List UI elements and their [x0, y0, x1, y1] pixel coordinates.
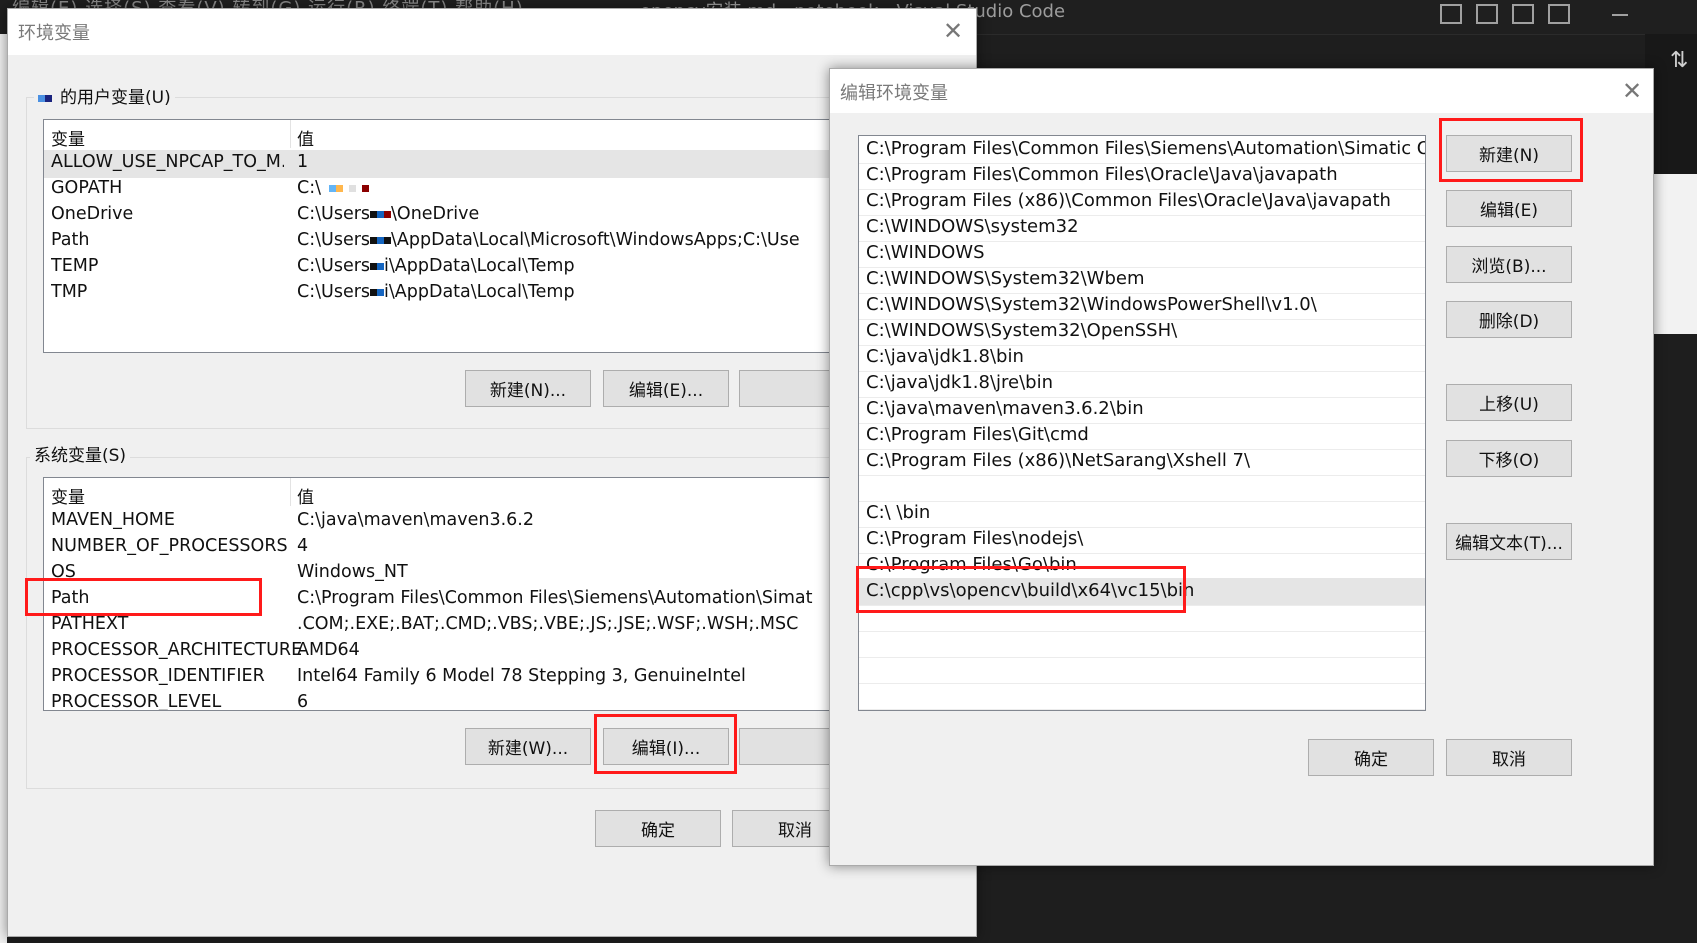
column-header-variable[interactable]: 变量: [51, 483, 85, 508]
ok-button[interactable]: 确定: [1308, 739, 1434, 776]
path-entry-text: C:\WINDOWS\System32\Wbem: [866, 268, 1145, 289]
path-entry[interactable]: C:\java\jdk1.8\bin: [859, 344, 1425, 372]
variable-value: Windows_NT: [297, 562, 408, 582]
dialog-title: 环境变量: [18, 23, 90, 44]
path-entry[interactable]: [859, 630, 1425, 658]
dialog-titlebar: 编辑环境变量 ✕: [830, 69, 1653, 113]
customize-layout-icon[interactable]: [1548, 4, 1570, 24]
dialog-titlebar: 环境变量 ✕: [8, 9, 976, 55]
edit-text-button[interactable]: 编辑文本(T)...: [1446, 523, 1572, 560]
variable-value: C:\java\maven\maven3.6.2: [297, 510, 534, 530]
path-entry[interactable]: C:\ \bin: [859, 500, 1425, 528]
user-variables-label: 的用户变量(U): [34, 83, 175, 108]
column-header-value[interactable]: 值: [297, 483, 314, 508]
path-entry-text: C:\WINDOWS\system32: [866, 216, 1079, 237]
path-entry-text: C:\Program Files\nodejs\: [866, 528, 1084, 549]
browse-button[interactable]: 浏览(B)...: [1446, 246, 1572, 283]
path-entry[interactable]: [859, 604, 1425, 632]
move-up-button[interactable]: 上移(U): [1446, 384, 1572, 421]
variable-name: PATHEXT: [51, 614, 129, 634]
toggle-panel-icon[interactable]: [1476, 4, 1498, 24]
vscode-left-strip: [0, 34, 7, 943]
path-entry-text: C:\Program Files\Git\cmd: [866, 424, 1089, 445]
user-new-button[interactable]: 新建(N)...: [465, 370, 591, 407]
toggle-secondary-sidebar-icon[interactable]: [1512, 4, 1534, 24]
source-control-icon[interactable]: ⇅: [1670, 48, 1688, 73]
path-entry[interactable]: C:\Program Files (x86)\Common Files\Orac…: [859, 188, 1425, 216]
variable-value: .COM;.EXE;.BAT;.CMD;.VBS;.VBE;.JS;.JSE;.…: [297, 614, 799, 634]
path-entry[interactable]: C:\Program Files\Common Files\Siemens\Au…: [859, 136, 1425, 164]
cancel-button[interactable]: 取消: [1446, 739, 1572, 776]
system-edit-button[interactable]: 编辑(I)...: [603, 728, 729, 765]
path-entry-text: C:\WINDOWS\System32\OpenSSH\: [866, 320, 1178, 341]
path-entry-text: C:\Program Files\Go\bin: [866, 554, 1077, 575]
path-entry-text: C:\cpp\vs\opencv\build\x64\vc15\bin: [866, 580, 1195, 601]
path-entry-text: C:\java\maven\maven3.6.2\bin: [866, 398, 1144, 419]
variable-value: 6: [297, 692, 309, 711]
layout-controls: [1440, 4, 1570, 24]
ok-button[interactable]: 确定: [595, 810, 721, 847]
user-avatar-icon: [38, 94, 45, 102]
minimize-icon[interactable]: [1612, 14, 1628, 16]
variable-value: Intel64 Family 6 Model 78 Stepping 3, Ge…: [297, 666, 746, 686]
path-entry[interactable]: C:\Program Files (x86)\NetSarang\Xshell …: [859, 448, 1425, 476]
variable-value: AMD64: [297, 640, 360, 660]
variable-name: MAVEN_HOME: [51, 510, 175, 530]
toggle-primary-sidebar-icon[interactable]: [1440, 4, 1462, 24]
new-path-button[interactable]: 新建(N): [1446, 135, 1572, 172]
path-entry[interactable]: C:\java\maven\maven3.6.2\bin: [859, 396, 1425, 424]
path-entry[interactable]: [859, 682, 1425, 710]
variable-value: C:\Program Files\Common Files\Siemens\Au…: [297, 588, 813, 608]
variable-name: NUMBER_OF_PROCESSORS: [51, 536, 288, 556]
dialog-title: 编辑环境变量: [840, 83, 948, 104]
variable-name: Path: [51, 588, 90, 608]
path-entry-text: C:\WINDOWS: [866, 242, 985, 263]
path-entry[interactable]: C:\WINDOWS: [859, 240, 1425, 268]
path-entry-text: C:\java\jdk1.8\bin: [866, 346, 1024, 367]
path-entry[interactable]: C:\Program Files\Common Files\Oracle\Jav…: [859, 162, 1425, 190]
system-variables-label: 系统变量(S): [30, 441, 131, 466]
path-entry-text: C:\Program Files (x86)\Common Files\Orac…: [866, 190, 1391, 211]
variable-name: PROCESSOR_LEVEL: [51, 692, 222, 711]
path-entry[interactable]: C:\Program Files\Go\bin: [859, 552, 1425, 580]
path-entry[interactable]: C:\WINDOWS\System32\WindowsPowerShell\v1…: [859, 292, 1425, 320]
path-entry-text: C:\Program Files\Common Files\Oracle\Jav…: [866, 164, 1338, 185]
path-entry[interactable]: C:\Program Files\Git\cmd: [859, 422, 1425, 450]
path-entry-text: C:\WINDOWS\System32\WindowsPowerShell\v1…: [866, 294, 1317, 315]
path-entry-text: C:\Program Files\Common Files\Siemens\Au…: [866, 138, 1426, 159]
variable-name: PROCESSOR_IDENTIFIER: [51, 666, 265, 686]
move-down-button[interactable]: 下移(O): [1446, 440, 1572, 477]
path-entry[interactable]: [859, 656, 1425, 684]
path-entry[interactable]: C:\WINDOWS\System32\OpenSSH\: [859, 318, 1425, 346]
close-icon[interactable]: ✕: [943, 19, 963, 43]
path-entry-text: C:\Program Files (x86)\NetSarang\Xshell …: [866, 450, 1251, 471]
path-entry[interactable]: [859, 474, 1425, 502]
edit-environment-variable-dialog: 编辑环境变量 ✕ C:\Program Files\Common Files\S…: [829, 68, 1654, 866]
path-entry-text: C:\java\jdk1.8\jre\bin: [866, 372, 1053, 393]
path-entry[interactable]: C:\java\jdk1.8\jre\bin: [859, 370, 1425, 398]
path-entry[interactable]: C:\Program Files\nodejs\: [859, 526, 1425, 554]
path-entry[interactable]: C:\cpp\vs\opencv\build\x64\vc15\bin: [859, 578, 1425, 606]
variable-value: 4: [297, 536, 309, 556]
variable-name: PROCESSOR_ARCHITECTURE: [51, 640, 301, 660]
delete-path-button[interactable]: 删除(D): [1446, 301, 1572, 338]
path-entry[interactable]: C:\WINDOWS\system32: [859, 214, 1425, 242]
variable-name: OS: [51, 562, 76, 582]
system-new-button[interactable]: 新建(W)...: [465, 728, 591, 765]
path-entries-list[interactable]: C:\Program Files\Common Files\Siemens\Au…: [858, 135, 1426, 711]
user-edit-button[interactable]: 编辑(E)...: [603, 370, 729, 407]
close-icon[interactable]: ✕: [1622, 79, 1642, 103]
path-entry[interactable]: C:\WINDOWS\System32\Wbem: [859, 266, 1425, 294]
column-header-value[interactable]: 值: [297, 125, 314, 150]
column-header-variable[interactable]: 变量: [51, 125, 85, 150]
path-entry-text: C:\ \bin: [866, 502, 931, 523]
edit-path-button[interactable]: 编辑(E): [1446, 190, 1572, 227]
